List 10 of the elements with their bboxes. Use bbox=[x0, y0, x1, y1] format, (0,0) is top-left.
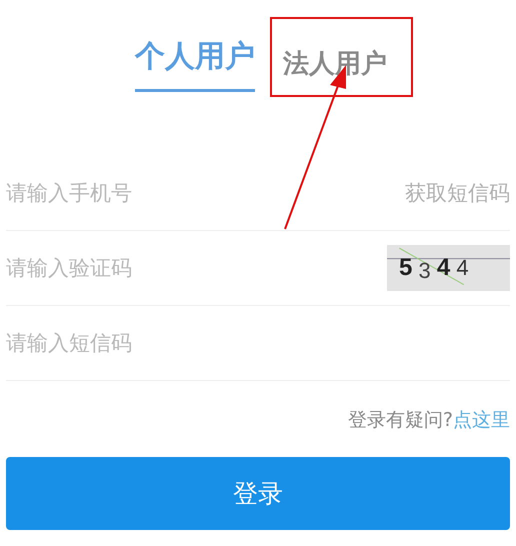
get-code-link[interactable]: 获取短信码 bbox=[405, 179, 510, 207]
captcha-image[interactable]: 5 3 4 4 bbox=[387, 245, 510, 291]
user-type-tab[interactable]: 法人用户 bbox=[283, 46, 387, 92]
input-field[interactable]: 请输入短信码 bbox=[6, 331, 510, 355]
help-text: 登录有疑问? bbox=[348, 408, 453, 433]
input-field[interactable]: 请输入验证码 bbox=[6, 256, 387, 280]
input-field[interactable]: 请输入手机号 bbox=[6, 181, 405, 205]
click-here-link[interactable]: 点这里 bbox=[453, 407, 510, 433]
user-type-tab[interactable]: 个人用户 bbox=[135, 32, 255, 92]
login-button[interactable]: 登录 bbox=[6, 457, 510, 530]
